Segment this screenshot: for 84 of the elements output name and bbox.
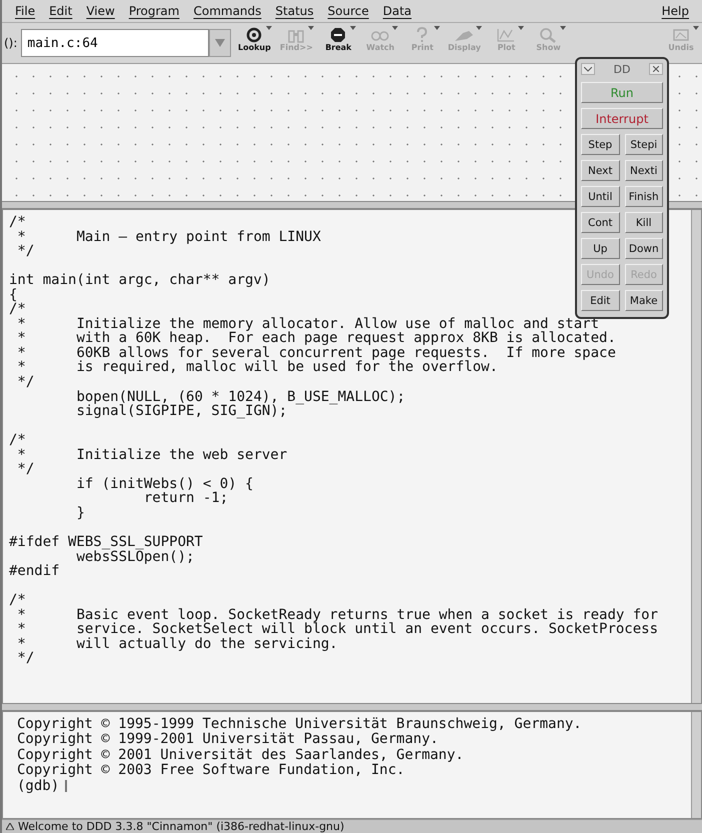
console-line: Copyright © 2003 Free Software Fundation, Inc. <box>17 763 406 779</box>
pane-sash[interactable] <box>2 704 702 711</box>
source-line: bopen(NULL, (60 * 1024), B_USE_MALLOC); <box>75 390 406 404</box>
source-line: * 60KB allows for several concurrent page requests. If more space <box>16 346 616 360</box>
menu-item[interactable]: View <box>79 4 122 18</box>
menu-item[interactable]: Help <box>654 4 696 18</box>
dropdown-arrow-icon <box>215 38 226 48</box>
command-button[interactable]: Stepi <box>624 134 663 155</box>
command-button[interactable]: Make <box>624 290 663 311</box>
command-button[interactable]: Until <box>581 186 620 207</box>
source-line: { <box>9 288 18 302</box>
menu-button[interactable] <box>581 63 595 75</box>
source-line: #ifdef WEBS_SSL_SUPPORT <box>9 535 203 550</box>
text-cursor <box>65 780 68 792</box>
display-icon <box>672 27 690 43</box>
caret-icon <box>476 26 482 30</box>
command-button[interactable]: Cont <box>581 212 620 233</box>
command-button[interactable]: Down <box>624 238 663 259</box>
magnifier-icon <box>539 27 558 43</box>
scroll-bar[interactable] <box>691 712 701 818</box>
source-line: * will actually do the servicing. <box>16 636 338 652</box>
source-line: */ <box>16 375 34 390</box>
source-line: if (initWebs() < 0) { <box>75 476 254 492</box>
source-line: /* <box>9 302 26 317</box>
menu-item[interactable]: Status <box>268 4 321 18</box>
source-line: * service. SocketSelect will block until an event occurs. SocketProcess <box>16 622 658 637</box>
caret-icon <box>350 26 356 30</box>
source-line: int main(int argc, char** argv) <box>9 273 270 288</box>
caret-icon <box>266 26 272 30</box>
triangle-icon <box>6 823 14 830</box>
caret-icon <box>560 26 566 30</box>
argument-field[interactable]: main.c:64 <box>21 29 210 57</box>
argument-label: (): <box>4 36 18 50</box>
source-line: websSSLOpen(); <box>76 550 194 564</box>
close-icon <box>652 66 659 72</box>
command-button[interactable]: Finish <box>624 186 663 207</box>
source-line: * with a 60K heap. For each page request approx 8KB is allocated. <box>16 331 616 346</box>
source-line: /* <box>9 593 26 608</box>
source-line: * Main — entry point from LINUX <box>16 230 321 244</box>
source-line: * Initialize the web server <box>16 448 288 462</box>
command-button[interactable]: Edit <box>581 290 620 311</box>
source-line: */ <box>16 651 34 666</box>
menu-item[interactable]: File <box>8 4 42 18</box>
command-button[interactable]: Nexti <box>624 160 663 181</box>
caret-icon <box>518 26 524 30</box>
command-button[interactable]: Interrupt <box>581 108 663 129</box>
source-line: */ <box>16 462 34 477</box>
source-line: * Initialize the memory allocator. Allow use of malloc and start <box>16 316 600 332</box>
toolbar-button[interactable]: Lookup <box>235 25 274 61</box>
source-line: /* <box>9 215 26 230</box>
menu-item[interactable]: Source <box>320 4 376 18</box>
console-line: Copyright © 1995-1999 Technische Universität Braunschweig, Germany. <box>17 717 583 732</box>
menu-item[interactable]: Commands <box>186 4 268 18</box>
plot-icon <box>496 27 516 43</box>
menu-item[interactable]: Program <box>122 4 186 18</box>
gdb-prompt: (gdb) <box>17 778 60 794</box>
chevron-icon <box>584 66 592 72</box>
scroll-bar[interactable] <box>691 210 701 703</box>
caret-icon <box>693 26 699 30</box>
command-button[interactable]: Next <box>581 160 620 181</box>
status-message: Welcome to DDD 3.3.8 "Cinnamon" (i386-redhat-linux-gnu) <box>18 820 344 833</box>
dropdown-button[interactable] <box>209 29 232 57</box>
source-line: * Basic event loop. SocketReady returns true when a socket is ready for <box>16 608 658 622</box>
menu-item[interactable]: Data <box>376 4 419 18</box>
console-line: Copyright © 1999-2001 Universität Passau, Germany. <box>17 732 440 748</box>
caret-icon <box>392 26 398 30</box>
toolbar-button[interactable]: Break <box>319 25 358 61</box>
command-button[interactable]: Up <box>581 238 620 259</box>
panel-title: DD <box>614 62 630 76</box>
source-line: */ <box>16 244 34 259</box>
source-line: * is required, malloc will be used for the overflow. <box>16 360 498 376</box>
source-line: #endif <box>9 564 60 579</box>
caret-icon <box>434 26 440 30</box>
source-line: return -1; <box>142 491 228 506</box>
source-line: } <box>75 506 85 520</box>
source-line: /* <box>9 433 26 448</box>
command-button[interactable]: Step <box>581 134 620 155</box>
command-button[interactable]: Kill <box>624 212 663 233</box>
stop-sign-icon <box>329 27 348 43</box>
source-line: signal(SIGPIPE, SIG_IGN); <box>75 404 288 419</box>
console-line: Copyright © 2001 Universität des Saarlandes, Germany. <box>17 748 465 763</box>
menu-item[interactable]: Edit <box>42 4 80 18</box>
close-button[interactable] <box>648 63 663 75</box>
caret-icon <box>308 26 314 30</box>
